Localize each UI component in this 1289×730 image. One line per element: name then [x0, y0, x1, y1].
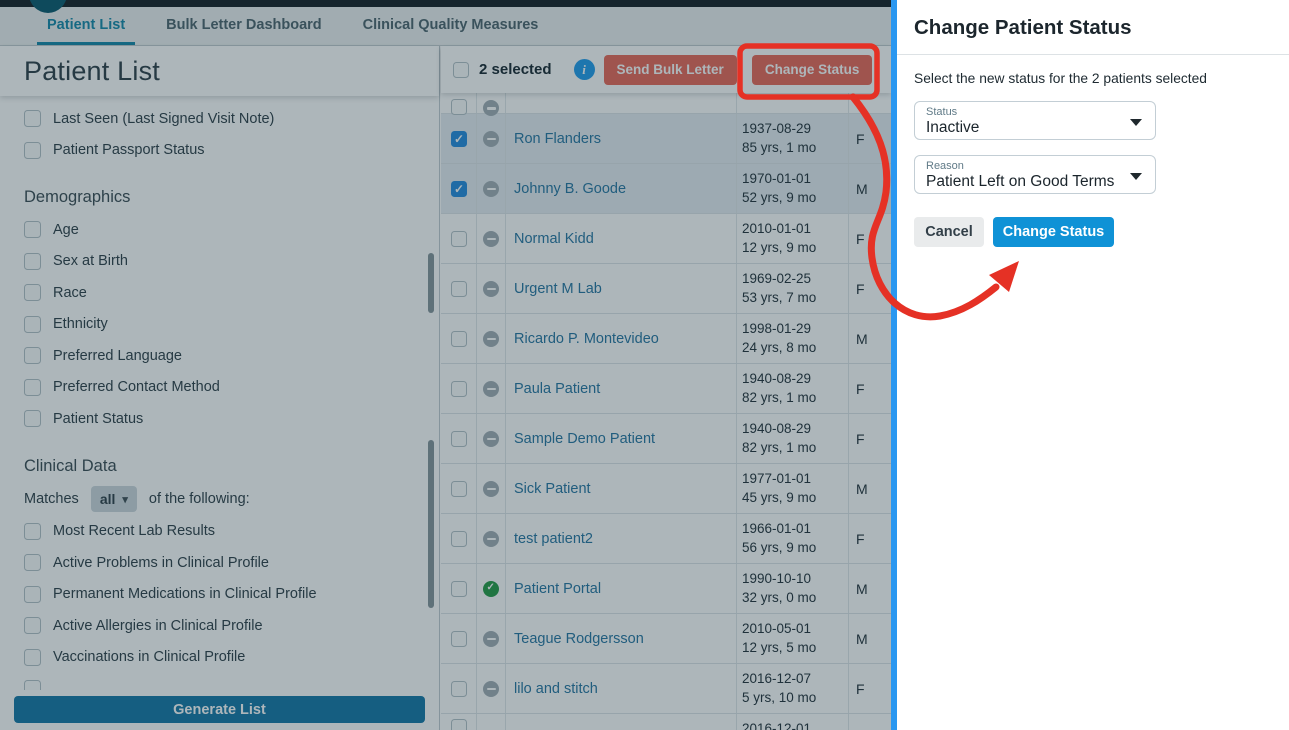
caret-down-icon: [1130, 173, 1142, 180]
panel-title: Change Patient Status: [914, 16, 1132, 39]
caret-down-icon: [1130, 119, 1142, 126]
cancel-button[interactable]: Cancel: [914, 217, 984, 247]
panel-buttons: Cancel Change Status: [914, 217, 1269, 247]
reason-select-label: Reason: [926, 160, 964, 172]
panel-divider: [897, 54, 1289, 55]
reason-select-value: Patient Left on Good Terms: [926, 173, 1115, 190]
panel-subtitle: Select the new status for the 2 patients…: [914, 71, 1207, 86]
modal-scrim: [0, 0, 891, 730]
change-patient-status-panel: Change Patient Status Select the new sta…: [891, 0, 1289, 730]
change-status-confirm-button[interactable]: Change Status: [993, 217, 1114, 247]
reason-select[interactable]: Reason Patient Left on Good Terms: [914, 155, 1156, 194]
status-select-value: Inactive: [926, 119, 980, 136]
status-select-label: Status: [926, 106, 958, 118]
status-select[interactable]: Status Inactive: [914, 101, 1156, 140]
